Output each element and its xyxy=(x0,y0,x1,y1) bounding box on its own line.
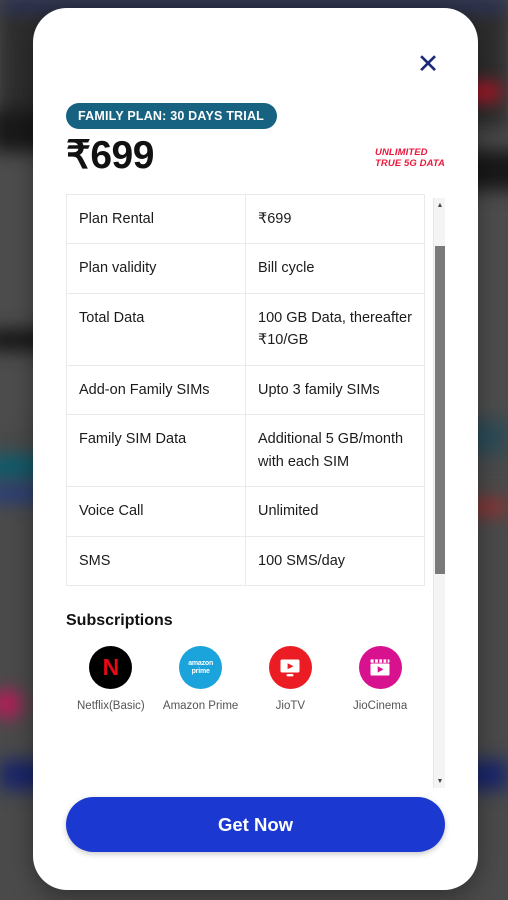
plan-feature-value: ₹699 xyxy=(245,193,425,245)
subscription-label: Amazon Prime xyxy=(162,700,239,713)
subscription-item[interactable]: amazon prime Amazon Prime xyxy=(156,646,246,715)
subscriptions-heading: Subscriptions xyxy=(66,612,173,630)
plan-details-modal: ✕ FAMILY PLAN: 30 DAYS TRIAL ₹699 UNLIMI… xyxy=(33,8,478,890)
table-row: Plan Rental ₹699 xyxy=(66,193,425,245)
table-row: Plan validity Bill cycle xyxy=(66,243,425,294)
plan-feature-value: Unlimited xyxy=(245,486,425,537)
plan-price: ₹699 xyxy=(66,134,154,177)
jiotv-icon xyxy=(268,646,312,690)
table-row: Voice Call Unlimited xyxy=(66,486,425,537)
plan-details-scroll-area[interactable]: Plan Rental ₹699 Plan validity Bill cycle To… xyxy=(66,193,445,781)
plan-details-table: Plan Rental ₹699 Plan validity Bill cycle To… xyxy=(66,193,425,587)
plan-feature-value: Upto 3 family SIMs xyxy=(245,364,425,416)
subscription-label: JioTV xyxy=(275,700,306,713)
plan-feature-label: Add-on Family SIMs xyxy=(66,364,246,416)
subscription-item[interactable]: JioTV xyxy=(246,646,336,715)
table-row: Family SIM Data Additional 5 GB/month wit… xyxy=(66,414,425,488)
jiocinema-icon xyxy=(358,646,402,690)
plan-feature-label: Total Data xyxy=(66,292,246,366)
netflix-n-glyph: N xyxy=(102,654,120,681)
unlimited-5g-tagline: UNLIMITED TRUE 5G DATA xyxy=(375,146,445,170)
modal-content: FAMILY PLAN: 30 DAYS TRIAL ₹699 UNLIMITE… xyxy=(33,8,478,781)
plan-feature-label: Plan validity xyxy=(66,243,246,294)
table-row: Total Data 100 GB Data, thereafter ₹10/GB xyxy=(66,292,425,366)
amazon-prime-icon: amazon prime xyxy=(179,646,223,690)
scroll-up-arrow-icon[interactable]: ▲ xyxy=(434,198,446,212)
subscription-label: Netflix(Basic) xyxy=(77,700,145,713)
subscriptions-list: N Netflix(Basic) amazon prime Amazon Prime Ji… xyxy=(66,646,425,715)
plan-feature-value: 100 SMS/day xyxy=(245,535,425,587)
plan-table-body: Plan Rental ₹699 Plan validity Bill cycle To… xyxy=(66,193,425,587)
clapperboard-play-glyph xyxy=(370,659,390,676)
plan-feature-label: Voice Call xyxy=(66,486,246,537)
vertical-scrollbar[interactable]: ▲ ▼ xyxy=(433,198,445,788)
price-row: ₹699 UNLIMITED TRUE 5G DATA xyxy=(66,134,445,177)
plan-feature-label: Plan Rental xyxy=(66,193,246,245)
get-now-button[interactable]: Get Now xyxy=(66,797,445,852)
scroll-down-arrow-icon[interactable]: ▼ xyxy=(434,774,446,788)
subscription-label: JioCinema xyxy=(352,700,408,713)
table-row: Add-on Family SIMs Upto 3 family SIMs xyxy=(66,364,425,416)
scrollbar-thumb[interactable] xyxy=(435,246,445,574)
plan-feature-label: Family SIM Data xyxy=(66,414,246,488)
table-row: SMS 100 SMS/day xyxy=(66,535,425,587)
amazon-prime-wordmark: amazon prime xyxy=(188,659,214,675)
plan-feature-label: SMS xyxy=(66,535,246,587)
plan-feature-value: Bill cycle xyxy=(245,243,425,294)
plan-feature-value: Additional 5 GB/month with each SIM xyxy=(245,414,425,488)
plan-badge: FAMILY PLAN: 30 DAYS TRIAL xyxy=(66,103,278,129)
subscription-item[interactable]: N Netflix(Basic) xyxy=(66,646,156,715)
plan-feature-value: 100 GB Data, thereafter ₹10/GB xyxy=(245,292,425,366)
subscription-item[interactable]: JioCinema xyxy=(335,646,425,715)
netflix-icon: N xyxy=(89,646,133,690)
tv-play-glyph xyxy=(280,659,300,677)
